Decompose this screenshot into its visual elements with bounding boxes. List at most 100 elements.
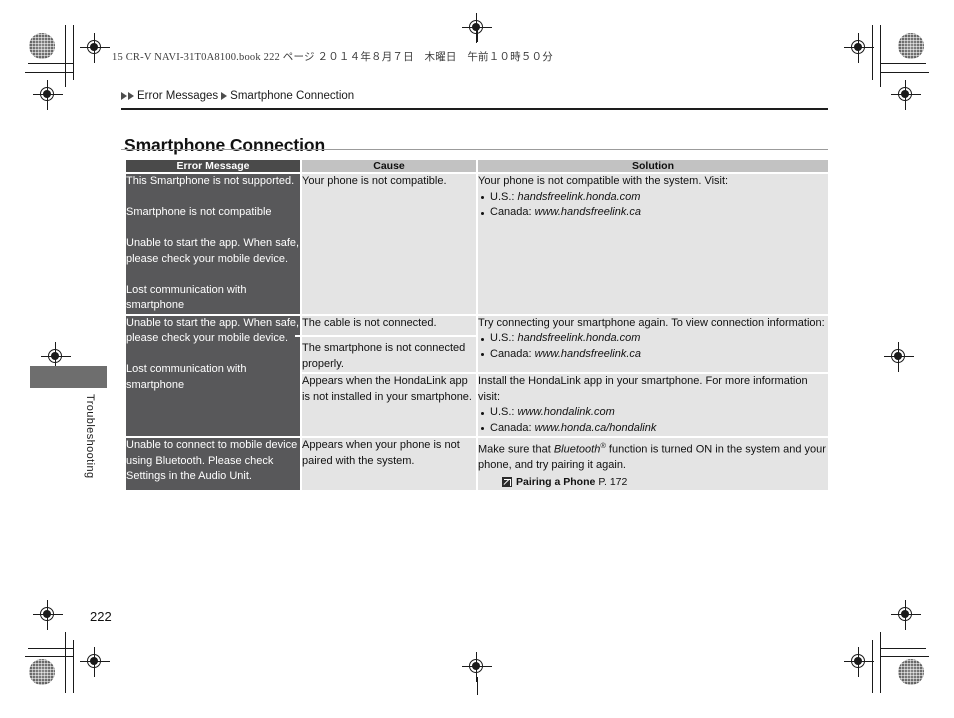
cell-cause: Appears when the HondaLink app is not in… <box>301 372 478 437</box>
breadcrumb-current: Smartphone Connection <box>230 90 355 102</box>
crop-line <box>880 656 929 657</box>
error-line: Unable to start the app. When safe, plea… <box>126 316 300 345</box>
solution-bullet-list: U.S.: handsfreelink.honda.com Canada: ww… <box>478 190 828 221</box>
registration-target <box>80 647 110 677</box>
bullet-url[interactable]: www.honda.ca/hondalink <box>535 422 657 434</box>
title-divider <box>121 149 828 150</box>
bullet-url[interactable]: www.hondalink.com <box>518 406 615 418</box>
page-title: Smartphone Connection <box>124 134 326 155</box>
table-row: Unable to connect to mobile device using… <box>126 435 828 491</box>
solution-bullet: U.S.: handsfreelink.honda.com <box>478 331 828 347</box>
section-tab-marker <box>30 366 107 388</box>
solution-intro: Make sure that Bluetooth® function is tu… <box>478 438 828 474</box>
error-line: Lost communication with smartphone <box>126 283 247 312</box>
registration-target <box>33 600 63 630</box>
error-line: This Smartphone is not supported. <box>126 175 295 187</box>
solution-bullet: Canada: www.handsfreelink.ca <box>478 347 828 363</box>
column-header-cause: Cause <box>301 160 478 173</box>
cell-error-message: Unable to connect to mobile device using… <box>126 435 302 491</box>
cross-reference[interactable]: Pairing a Phone P. 172 <box>478 475 828 491</box>
halftone-dot-top-left <box>29 33 55 59</box>
crop-line <box>880 72 929 73</box>
breadcrumb-arrow-icon <box>221 92 228 100</box>
cell-solution: Install the HondaLink app in your smartp… <box>477 372 828 437</box>
halftone-dot-top-right <box>898 33 924 59</box>
crop-line <box>65 632 66 693</box>
error-line: Unable to connect to mobile device using… <box>126 439 298 482</box>
cell-solution: Your phone is not compatible with the sy… <box>477 172 828 315</box>
error-line: Smartphone is not compatible <box>126 206 272 218</box>
registration-target <box>80 33 110 63</box>
cell-cause: Your phone is not compatible. <box>301 172 478 315</box>
cause-text: Your phone is not compatible. <box>302 175 447 187</box>
bullet-label: U.S.: <box>490 190 518 203</box>
bullet-label: Canada: <box>490 421 535 434</box>
breadcrumb-divider <box>121 108 828 110</box>
cell-cause: The cable is not connected. The smartpho… <box>295 313 484 373</box>
registration-target-right-mid <box>884 342 914 372</box>
registration-target <box>33 80 63 110</box>
solution-intro: Install the HondaLink app in your smartp… <box>478 375 808 403</box>
column-header-solution: Solution <box>477 160 828 173</box>
table-row: This Smartphone is not supported. Smartp… <box>126 172 828 315</box>
bullet-url[interactable]: handsfreelink.honda.com <box>518 191 641 203</box>
crop-line <box>65 25 66 87</box>
cause-text: The cable is not connected. <box>302 316 437 329</box>
solution-bullet: Canada: www.handsfreelink.ca <box>478 205 828 221</box>
bullet-label: U.S.: <box>490 332 518 344</box>
page-number: 222 <box>90 609 112 624</box>
breadcrumb-parent[interactable]: Error Messages <box>137 90 218 102</box>
cause-text: The smartphone is not connected properly… <box>302 342 466 370</box>
solution-bullet-list: U.S.: handsfreelink.honda.com Canada: ww… <box>478 331 828 362</box>
registration-target <box>844 647 874 677</box>
solution-intro: Try connecting your smartphone again. To… <box>478 316 825 329</box>
crop-line <box>880 632 881 693</box>
crop-line <box>28 648 74 649</box>
cell-cause: Appears when your phone is not paired wi… <box>301 435 478 491</box>
breadcrumb: Error Messages Smartphone Connection <box>121 90 354 102</box>
cell-error-message: Unable to start the app. When safe, plea… <box>126 313 302 437</box>
crop-line <box>880 63 926 64</box>
breadcrumb-arrow-icon <box>128 92 134 100</box>
reference-page: P. 172 <box>598 475 628 488</box>
solution-bullet: U.S.: www.hondalink.com <box>478 405 828 421</box>
cell-solution: Make sure that Bluetooth® function is tu… <box>477 435 828 491</box>
solution-intro-part1: Make sure that <box>478 443 554 456</box>
cause-text: Appears when your phone is not paired wi… <box>302 439 460 467</box>
halftone-dot-bottom-right <box>898 659 924 685</box>
crop-line <box>477 677 478 695</box>
error-line: Lost communication with smartphone <box>126 363 247 391</box>
solution-bullet-list: U.S.: www.hondalink.com Canada: www.hond… <box>478 405 828 436</box>
section-tab-label: Troubleshooting <box>84 394 96 479</box>
cause-sub-divider <box>295 335 484 337</box>
bullet-url[interactable]: www.handsfreelink.ca <box>535 206 641 218</box>
registration-target <box>891 80 921 110</box>
cell-error-message: This Smartphone is not supported. Smartp… <box>126 172 302 315</box>
column-header-error-message: Error Message <box>126 160 302 173</box>
manual-page: 15 CR-V NAVI-31T0A8100.book 222 ページ ２０１４… <box>0 0 954 718</box>
crop-line <box>25 72 74 73</box>
bullet-label: U.S.: <box>490 406 518 418</box>
crop-line <box>880 648 926 649</box>
table-row: Unable to start the app. When safe, plea… <box>126 313 828 437</box>
bullet-url[interactable]: handsfreelink.honda.com <box>518 332 641 344</box>
bullet-url[interactable]: www.handsfreelink.ca <box>535 348 641 360</box>
error-messages-table: Error Message Cause Solution This Smartp… <box>126 160 828 491</box>
registration-target <box>891 600 921 630</box>
solution-intro: Your phone is not compatible with the sy… <box>478 175 729 187</box>
reference-title[interactable]: Pairing a Phone <box>516 475 595 491</box>
table-header-row: Error Message Cause Solution <box>126 160 828 173</box>
crop-line <box>880 25 881 87</box>
bullet-label: Canada: <box>490 206 535 218</box>
solution-bullet: U.S.: handsfreelink.honda.com <box>478 190 828 206</box>
print-slug-line: 15 CR-V NAVI-31T0A8100.book 222 ページ ２０１４… <box>112 52 553 63</box>
bullet-label: Canada: <box>490 347 535 360</box>
cause-text: Appears when the HondaLink app is not in… <box>302 375 472 403</box>
crop-line <box>25 656 74 657</box>
crop-line <box>477 24 478 42</box>
cell-solution: Try connecting your smartphone again. To… <box>477 313 828 373</box>
error-line: Unable to start the app. When safe, plea… <box>126 237 300 265</box>
solution-bullet: Canada: www.honda.ca/hondalink <box>478 421 828 437</box>
registration-target <box>844 33 874 63</box>
halftone-dot-bottom-left <box>29 659 55 685</box>
